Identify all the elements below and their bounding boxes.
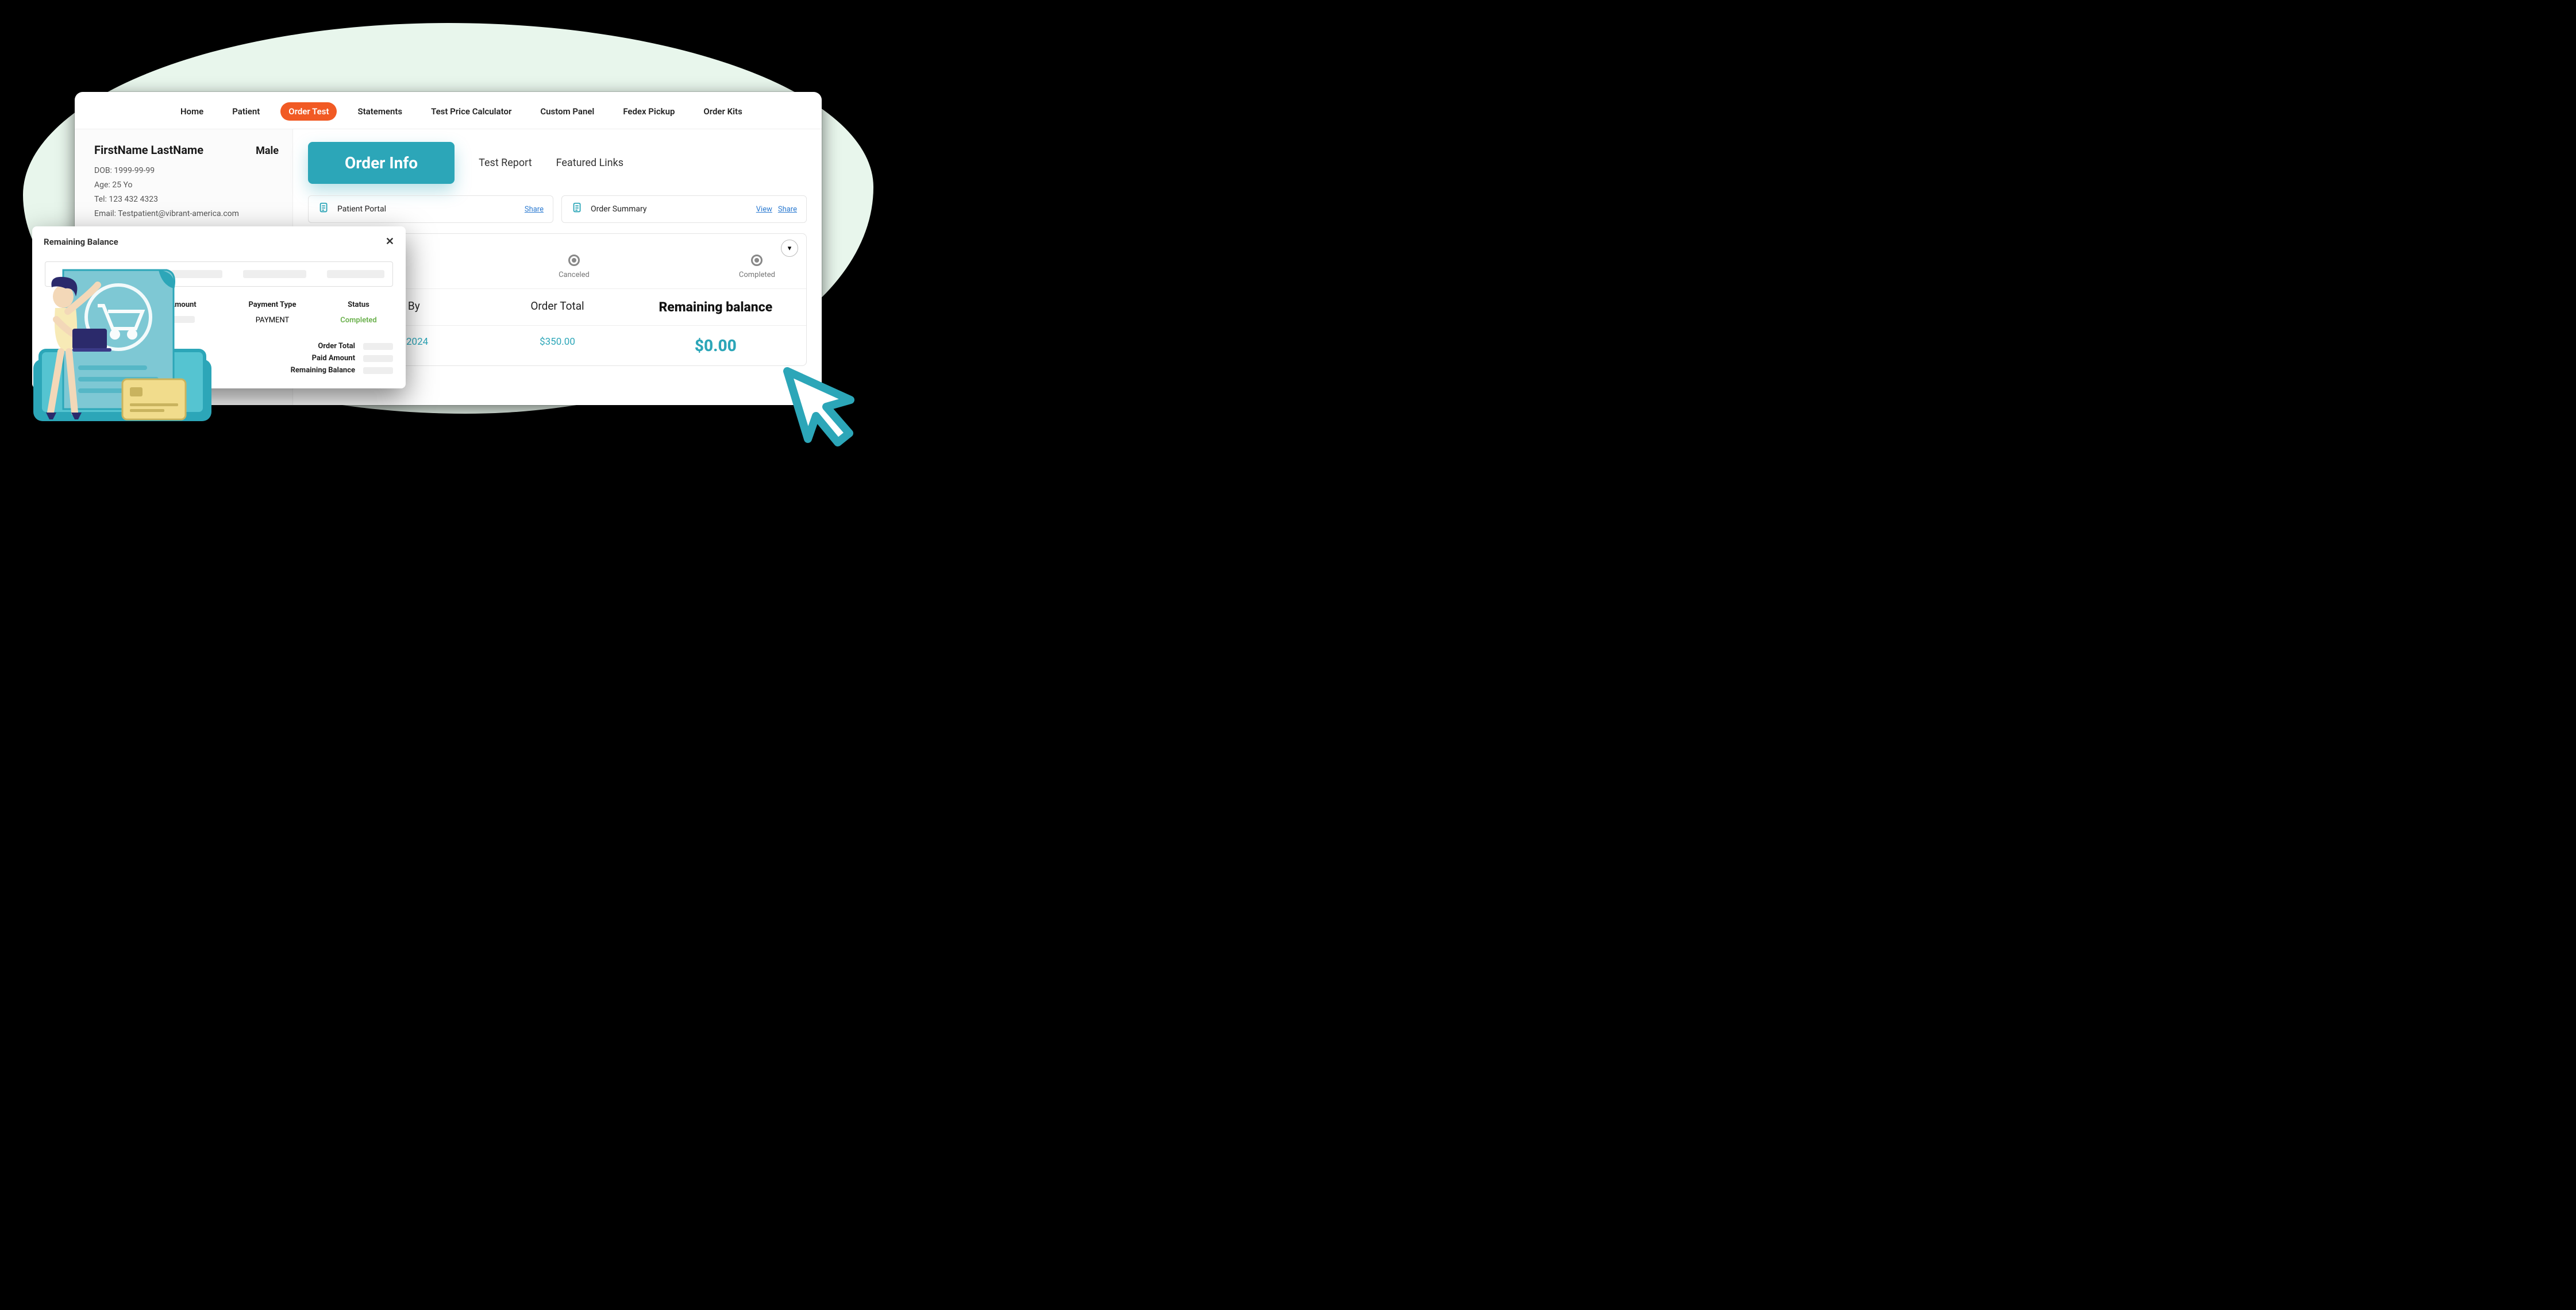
stage-completed-label: Completed (739, 271, 775, 279)
order-summary-card: Order Summary View Share (561, 195, 807, 223)
shopping-illustration (10, 264, 211, 437)
remaining-balance-header: Remaining balance (637, 299, 795, 315)
nav-patient[interactable]: Patient (224, 102, 268, 121)
stage-completed: Completed (739, 255, 775, 279)
top-nav: Home Patient Order Test Statements Test … (75, 92, 822, 129)
payment-type-cell: PAYMENT (232, 316, 313, 325)
patient-name: FirstName LastName (94, 143, 203, 157)
patient-age: Age: 25 Yo (94, 180, 279, 190)
nav-order-test[interactable]: Order Test (280, 102, 337, 121)
stage-dot-icon (751, 255, 763, 266)
stage-canceled: Canceled (559, 255, 590, 279)
tabs-row: Order Info Test Report Featured Links (308, 142, 807, 184)
summary-remaining-balance-label: Remaining Balance (291, 366, 355, 375)
nav-order-kits[interactable]: Order Kits (695, 102, 750, 121)
tab-featured-links[interactable]: Featured Links (556, 157, 623, 169)
cursor-arrow-illustration (781, 365, 862, 446)
modal-header: Remaining Balance ✕ (32, 226, 406, 257)
order-total-value: $350.00 (478, 336, 636, 355)
skeleton-placeholder (363, 343, 393, 350)
remaining-balance-value: $0.00 (637, 336, 795, 355)
patient-dob: DOB: 1999-99-99 (94, 166, 279, 175)
modal-close-button[interactable]: ✕ (386, 236, 394, 248)
modal-title: Remaining Balance (44, 237, 118, 247)
stage-canceled-label: Canceled (559, 271, 590, 279)
patient-portal-card: Patient Portal Share (308, 195, 553, 223)
nav-test-price-calculator[interactable]: Test Price Calculator (423, 102, 519, 121)
collapse-toggle[interactable]: ▾ (781, 240, 798, 257)
nav-statements[interactable]: Statements (349, 102, 410, 121)
order-summary-label: Order Summary (591, 205, 750, 214)
tab-test-report[interactable]: Test Report (479, 157, 532, 169)
skeleton-placeholder (327, 270, 384, 278)
skeleton-placeholder (363, 367, 393, 374)
nav-fedex-pickup[interactable]: Fedex Pickup (615, 102, 683, 121)
order-summary-share-link[interactable]: Share (778, 205, 797, 214)
tab-order-info[interactable]: Order Info (308, 142, 455, 184)
patient-portal-share-link[interactable]: Share (525, 205, 544, 214)
nav-custom-panel[interactable]: Custom Panel (532, 102, 602, 121)
close-icon: ✕ (386, 236, 394, 248)
nav-home[interactable]: Home (172, 102, 211, 121)
summary-paid-amount-label: Paid Amount (312, 354, 355, 363)
patient-gender: Male (256, 145, 279, 157)
skeleton-placeholder (243, 270, 306, 278)
skeleton-placeholder (363, 355, 393, 362)
document-icon (571, 202, 584, 217)
chevron-down-icon: ▾ (788, 244, 792, 253)
stage-dot-icon (568, 255, 580, 266)
patient-portal-label: Patient Portal (337, 205, 519, 214)
document-icon (318, 202, 330, 217)
order-total-header: Order Total (478, 299, 636, 315)
patient-email: Email: Testpatient@vibrant-america.com (94, 209, 279, 218)
cards-row: Patient Portal Share Order Summary View … (308, 195, 807, 223)
order-summary-view-link[interactable]: View (756, 205, 772, 214)
col-payment-type: Payment Type (232, 300, 313, 309)
patient-tel: Tel: 123 432 4323 (94, 195, 279, 204)
col-status: Status (324, 300, 393, 309)
summary-order-total-label: Order Total (318, 342, 355, 350)
status-cell: Completed (324, 316, 393, 325)
